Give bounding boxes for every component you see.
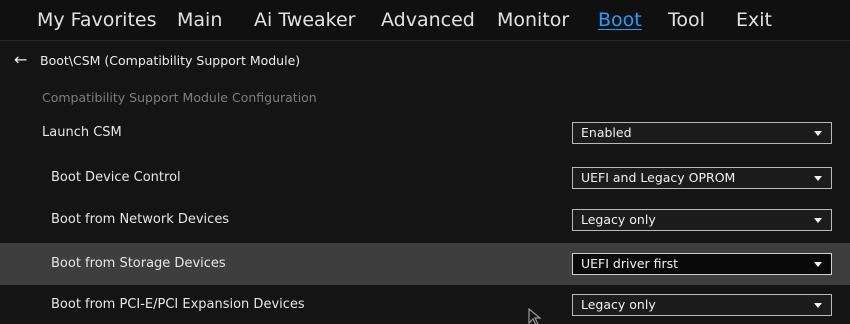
setting-row-boot-storage[interactable]: Boot from Storage Devices UEFI driver fi… (0, 243, 850, 285)
dropdown-value: Legacy only (581, 297, 656, 312)
top-menu-bar: My Favorites Main Ai Tweaker Advanced Mo… (0, 0, 850, 41)
menu-ai-tweaker[interactable]: Ai Tweaker (254, 7, 355, 33)
menu-monitor[interactable]: Monitor (497, 7, 569, 33)
setting-row-boot-device-control[interactable]: Boot Device Control UEFI and Legacy OPRO… (0, 157, 850, 199)
breadcrumb: ← Boot\CSM (Compatibility Support Module… (0, 48, 850, 74)
dropdown-value: UEFI and Legacy OPROM (581, 170, 736, 185)
setting-label: Boot from Storage Devices (51, 256, 226, 271)
boot-network-dropdown[interactable]: Legacy only (572, 209, 832, 231)
chevron-down-icon (814, 218, 822, 223)
dropdown-value: Legacy only (581, 212, 656, 227)
chevron-down-icon (814, 303, 822, 308)
menu-main[interactable]: Main (177, 7, 222, 33)
menu-tool[interactable]: Tool (668, 7, 705, 33)
chevron-down-icon (814, 176, 822, 181)
boot-device-control-dropdown[interactable]: UEFI and Legacy OPROM (572, 167, 832, 189)
setting-label: Boot Device Control (51, 170, 181, 185)
boot-storage-dropdown[interactable]: UEFI driver first (572, 253, 832, 275)
menu-my-favorites[interactable]: My Favorites (37, 7, 157, 33)
back-arrow-icon[interactable]: ← (14, 49, 27, 71)
setting-label: Launch CSM (42, 125, 122, 140)
breadcrumb-path: Boot\CSM (Compatibility Support Module) (40, 53, 301, 68)
menu-boot[interactable]: Boot (598, 7, 642, 33)
chevron-down-icon (814, 262, 822, 267)
chevron-down-icon (814, 131, 822, 136)
setting-row-launch-csm[interactable]: Launch CSM Enabled (0, 112, 850, 154)
menu-exit[interactable]: Exit (736, 7, 772, 33)
setting-label: Boot from Network Devices (51, 212, 230, 227)
launch-csm-dropdown[interactable]: Enabled (572, 122, 832, 144)
setting-row-boot-pcie[interactable]: Boot from PCI-E/PCI Expansion Devices Le… (0, 284, 850, 324)
dropdown-value: Enabled (581, 125, 632, 140)
setting-label: Boot from PCI-E/PCI Expansion Devices (51, 297, 305, 312)
dropdown-value: UEFI driver first (581, 256, 679, 271)
mouse-cursor-icon (528, 308, 542, 324)
section-title: Compatibility Support Module Configurati… (42, 90, 317, 105)
menu-advanced[interactable]: Advanced (381, 7, 475, 33)
setting-row-boot-network[interactable]: Boot from Network Devices Legacy only (0, 199, 850, 241)
boot-pcie-dropdown[interactable]: Legacy only (572, 294, 832, 316)
